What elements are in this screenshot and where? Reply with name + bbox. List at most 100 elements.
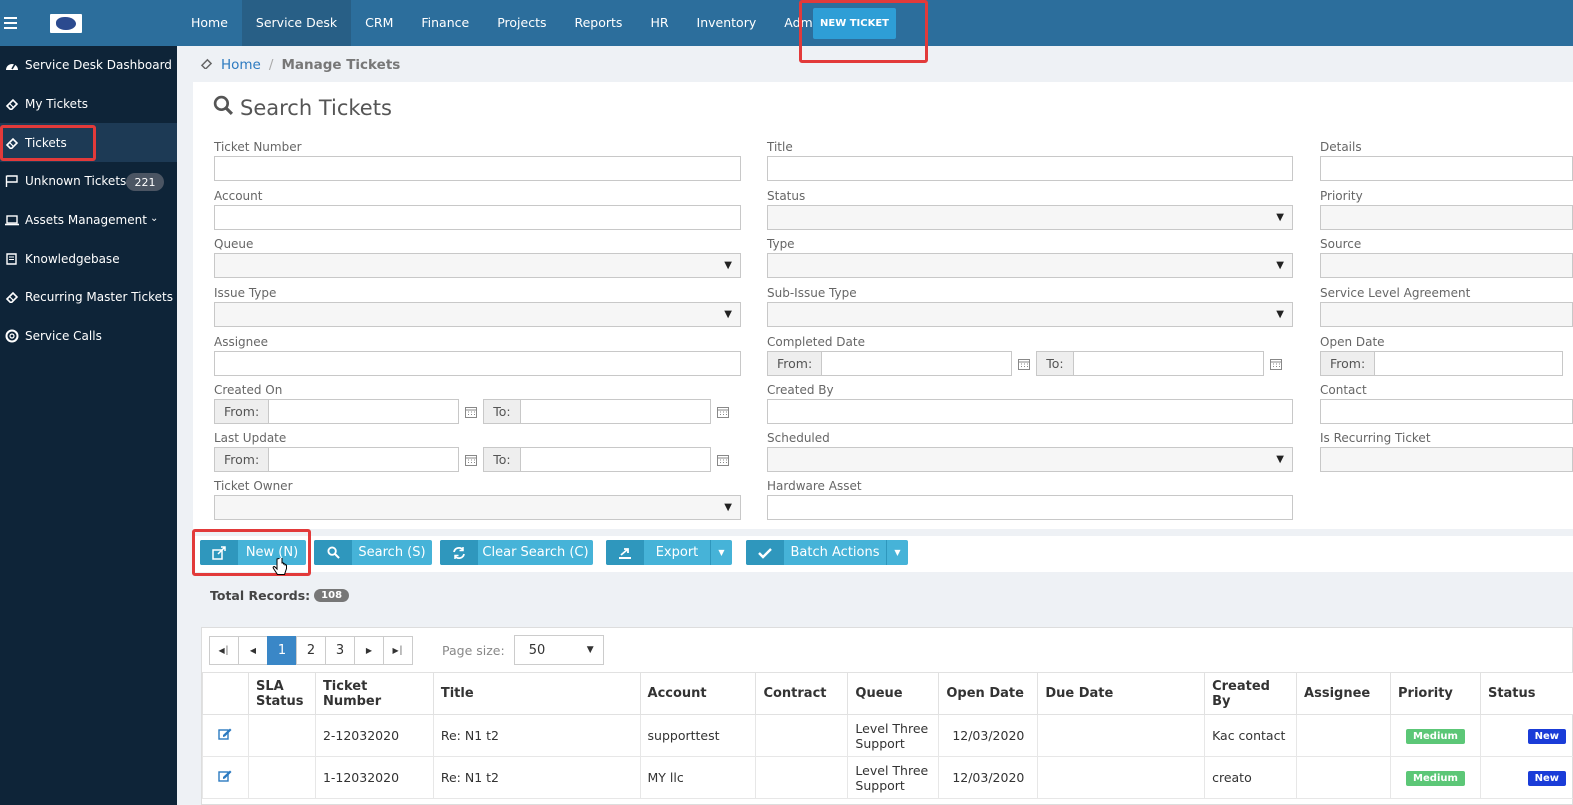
breadcrumb-home-link[interactable]: Home <box>221 57 261 73</box>
chevron-down-icon[interactable]: ⌄ <box>150 213 158 224</box>
export-button[interactable]: Export ▼ <box>606 540 732 565</box>
sidebar-item-recurring-master-tickets[interactable]: Recurring Master Tickets <box>0 278 177 317</box>
sub-issue-type-select[interactable]: ▼ <box>767 302 1293 327</box>
action-bar: New (N) Search (S) Clear Search (C) Expo… <box>193 536 1573 572</box>
completed-date-to-input[interactable] <box>1073 351 1264 376</box>
batch-actions-button[interactable]: Batch Actions ▼ <box>746 540 908 565</box>
column-header-title[interactable]: Title <box>432 672 641 715</box>
sidebar-item-label: Recurring Master Tickets <box>25 290 173 305</box>
sla-field: Service Level Agreement <box>1320 285 1573 327</box>
column-header-sla-status[interactable]: SLA Status <box>247 672 316 715</box>
sidebar-item-service-calls[interactable]: Service Calls <box>0 317 177 356</box>
clear-search-button[interactable]: Clear Search (C) <box>440 540 593 565</box>
menu-icon[interactable] <box>4 0 26 46</box>
nav-crm[interactable]: CRM <box>351 0 407 46</box>
scheduled-field: Scheduled ▼ <box>767 430 1293 472</box>
nav-service-desk[interactable]: Service Desk <box>241 0 352 46</box>
pager: ◀│ ◀ 1 2 3 ▶ ▶│ Page size: 50 ▼ <box>209 635 604 665</box>
sidebar-item-dashboard[interactable]: Service Desk Dashboard <box>0 46 177 85</box>
sidebar-item-unknown-tickets[interactable]: Unknown Tickets 221 <box>0 162 177 201</box>
account-input[interactable] <box>214 205 741 230</box>
edit-cell[interactable] <box>202 714 249 757</box>
page-size-select[interactable]: 50 ▼ <box>513 635 604 665</box>
calendar-icon[interactable] <box>711 447 735 472</box>
calendar-icon[interactable] <box>459 447 483 472</box>
ticket-number-input[interactable] <box>214 156 741 181</box>
edit-icon[interactable] <box>218 728 232 743</box>
type-select[interactable]: ▼ <box>767 253 1293 278</box>
prev-page-icon[interactable]: ◀ <box>238 635 268 665</box>
first-page-icon[interactable]: ◀│ <box>209 635 239 665</box>
source-select[interactable] <box>1320 253 1573 278</box>
nav-projects[interactable]: Projects <box>483 0 560 46</box>
type-field: Type ▼ <box>767 236 1293 278</box>
company-logo[interactable] <box>50 13 82 33</box>
column-header-due-date[interactable]: Due Date <box>1037 672 1206 715</box>
status-select[interactable]: ▼ <box>767 205 1293 230</box>
is-recurring-select[interactable] <box>1320 447 1573 472</box>
dropdown-arrow-icon: ▼ <box>724 260 732 271</box>
new-ticket-button[interactable]: NEW TICKET <box>813 8 896 39</box>
sidebar-item-assets-management[interactable]: Assets Management ⌄ <box>0 201 177 240</box>
table-row[interactable]: 2-12032020 Re: N1 t2 supporttest Level T… <box>202 714 1573 757</box>
issue-type-select[interactable]: ▼ <box>214 302 741 327</box>
details-input[interactable] <box>1320 156 1573 181</box>
batch-actions-dropdown-toggle[interactable]: ▼ <box>886 540 908 565</box>
queue-select[interactable]: ▼ <box>214 253 741 278</box>
new-button[interactable]: New (N) <box>200 540 306 565</box>
calendar-icon[interactable] <box>459 399 483 424</box>
created-on-from-input[interactable] <box>269 399 460 424</box>
flag-icon <box>4 175 19 188</box>
nav-inventory[interactable]: Inventory <box>683 0 771 46</box>
page-2-button[interactable]: 2 <box>296 635 326 665</box>
title-input[interactable] <box>767 156 1293 181</box>
export-dropdown-toggle[interactable]: ▼ <box>710 540 732 565</box>
hardware-asset-input[interactable] <box>767 495 1293 520</box>
priority-select[interactable] <box>1320 205 1573 230</box>
next-page-icon[interactable]: ▶ <box>354 635 384 665</box>
nav-hr[interactable]: HR <box>636 0 682 46</box>
column-header-assignee[interactable]: Assignee <box>1296 672 1391 715</box>
sidebar-item-tickets[interactable]: Tickets <box>0 123 177 163</box>
search-button[interactable]: Search (S) <box>314 540 432 565</box>
column-header-contract[interactable]: Contract <box>755 672 849 715</box>
sla-select[interactable] <box>1320 302 1573 327</box>
calendar-icon[interactable] <box>1012 351 1036 376</box>
ticket-owner-select[interactable]: ▼ <box>214 495 741 520</box>
sidebar-item-knowledgebase[interactable]: Knowledgebase <box>0 239 177 278</box>
column-header-queue[interactable]: Queue <box>847 672 940 715</box>
calendar-icon[interactable] <box>711 399 735 424</box>
calendar-icon[interactable] <box>1264 351 1288 376</box>
scheduled-select[interactable]: ▼ <box>767 447 1293 472</box>
dropdown-arrow-icon: ▼ <box>586 645 594 655</box>
column-header-account[interactable]: Account <box>639 672 757 715</box>
column-header-created-by[interactable]: Created By <box>1204 672 1298 715</box>
new-window-icon <box>200 540 238 565</box>
table-row[interactable]: 1-12032020 Re: N1 t2 MY llc Level Three … <box>202 756 1573 799</box>
page-3-button[interactable]: 3 <box>325 635 355 665</box>
account-field: Account <box>214 188 741 230</box>
column-header-open-date[interactable]: Open Date <box>938 672 1039 715</box>
created-on-to-input[interactable] <box>520 399 711 424</box>
column-header-priority[interactable]: Priority <box>1390 672 1481 715</box>
status-badge: New <box>1527 729 1566 744</box>
nav-finance[interactable]: Finance <box>407 0 483 46</box>
column-header-ticket-number[interactable]: Ticket Number <box>314 672 434 715</box>
last-update-from-input[interactable] <box>269 447 460 472</box>
last-page-icon[interactable]: ▶│ <box>383 635 413 665</box>
open-date-from-input[interactable] <box>1375 351 1564 376</box>
sidebar-item-label: Tickets <box>25 135 67 150</box>
assignee-input[interactable] <box>214 351 741 376</box>
created-by-input[interactable] <box>767 399 1293 424</box>
edit-cell[interactable] <box>202 756 249 799</box>
sidebar-item-label: Service Desk Dashboard <box>25 58 172 73</box>
nav-reports[interactable]: Reports <box>560 0 636 46</box>
edit-icon[interactable] <box>218 770 232 785</box>
contact-input[interactable] <box>1320 399 1573 424</box>
column-header-status[interactable]: Status <box>1479 672 1573 715</box>
nav-home[interactable]: Home <box>177 0 242 46</box>
completed-date-from-input[interactable] <box>822 351 1013 376</box>
last-update-to-input[interactable] <box>520 447 711 472</box>
page-1-button[interactable]: 1 <box>267 635 297 665</box>
sidebar-item-my-tickets[interactable]: My Tickets <box>0 85 177 124</box>
